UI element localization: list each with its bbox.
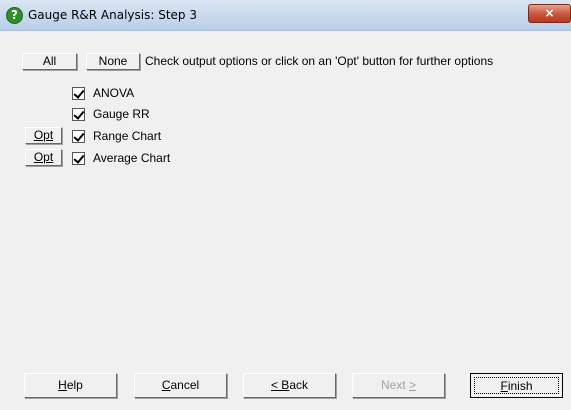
average-chart-checkbox[interactable] [72,151,85,165]
window-title: Gauge R&R Analysis: Step 3 [28,8,197,22]
next-button[interactable]: Next > [352,373,445,398]
option-gauge-rr[interactable]: Gauge RR [72,106,150,122]
option-anova[interactable]: ANOVA [72,85,134,101]
help-button[interactable]: Help [24,373,117,398]
help-question-icon: ? [6,7,23,24]
option-label: Range Chart [93,129,162,143]
range-chart-checkbox[interactable] [72,129,85,143]
range-chart-opt-button[interactable]: Opt [25,127,62,144]
finish-button[interactable]: Finish [470,373,563,398]
option-range-chart[interactable]: Range Chart [72,128,161,144]
anova-checkbox[interactable] [72,86,85,100]
option-label: Average Chart [93,151,171,165]
cancel-button[interactable]: Cancel [134,373,227,398]
select-all-button[interactable]: All [22,53,77,70]
select-none-button[interactable]: None [86,53,140,70]
title-bar: ? Gauge R&R Analysis: Step 3 × [0,0,571,31]
option-label: ANOVA [93,86,135,100]
gauge-rr-checkbox[interactable] [72,107,85,121]
back-button[interactable]: < Back [243,373,336,398]
close-button[interactable]: × [528,4,571,23]
option-average-chart[interactable]: Average Chart [72,150,170,166]
instruction-text: Check output options or click on an 'Opt… [145,54,494,68]
average-chart-opt-button[interactable]: Opt [25,149,62,166]
option-label: Gauge RR [93,107,150,121]
